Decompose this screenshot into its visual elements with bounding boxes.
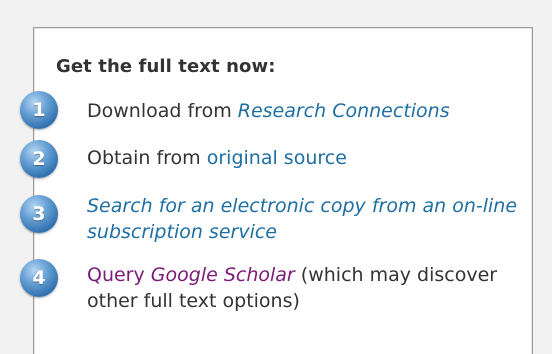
- step-4-text: Query Google Scholar (which may discover…: [87, 262, 527, 314]
- research-connections-link[interactable]: Research Connections: [238, 100, 450, 122]
- step-2-prefix: Obtain from: [87, 147, 207, 169]
- full-text-panel: Get the full text now: 1 Download from R…: [20, 27, 533, 354]
- google-scholar-link-italic: Google Scholar: [150, 264, 295, 286]
- step-1-text: Download from Research Connections: [87, 98, 527, 124]
- google-scholar-link-prefix: Query: [87, 264, 151, 286]
- step-number-badge: 4: [20, 259, 58, 297]
- step-number-badge: 3: [20, 195, 58, 233]
- full-text-steps: 1 Download from Research Connections 2 O…: [20, 28, 532, 354]
- step-number-badge: 2: [20, 140, 58, 178]
- step-3-text: Search for an electronic copy from an on…: [87, 193, 527, 245]
- step-number-badge: 1: [20, 91, 58, 129]
- step-2-text: Obtain from original source: [87, 145, 527, 171]
- original-source-link[interactable]: original source: [207, 147, 347, 169]
- electronic-copy-link[interactable]: Search for an electronic copy from an on…: [87, 195, 517, 243]
- google-scholar-link[interactable]: Query Google Scholar: [87, 264, 295, 286]
- step-1-prefix: Download from: [87, 100, 238, 122]
- page-canvas: Get the full text now: 1 Download from R…: [0, 0, 552, 354]
